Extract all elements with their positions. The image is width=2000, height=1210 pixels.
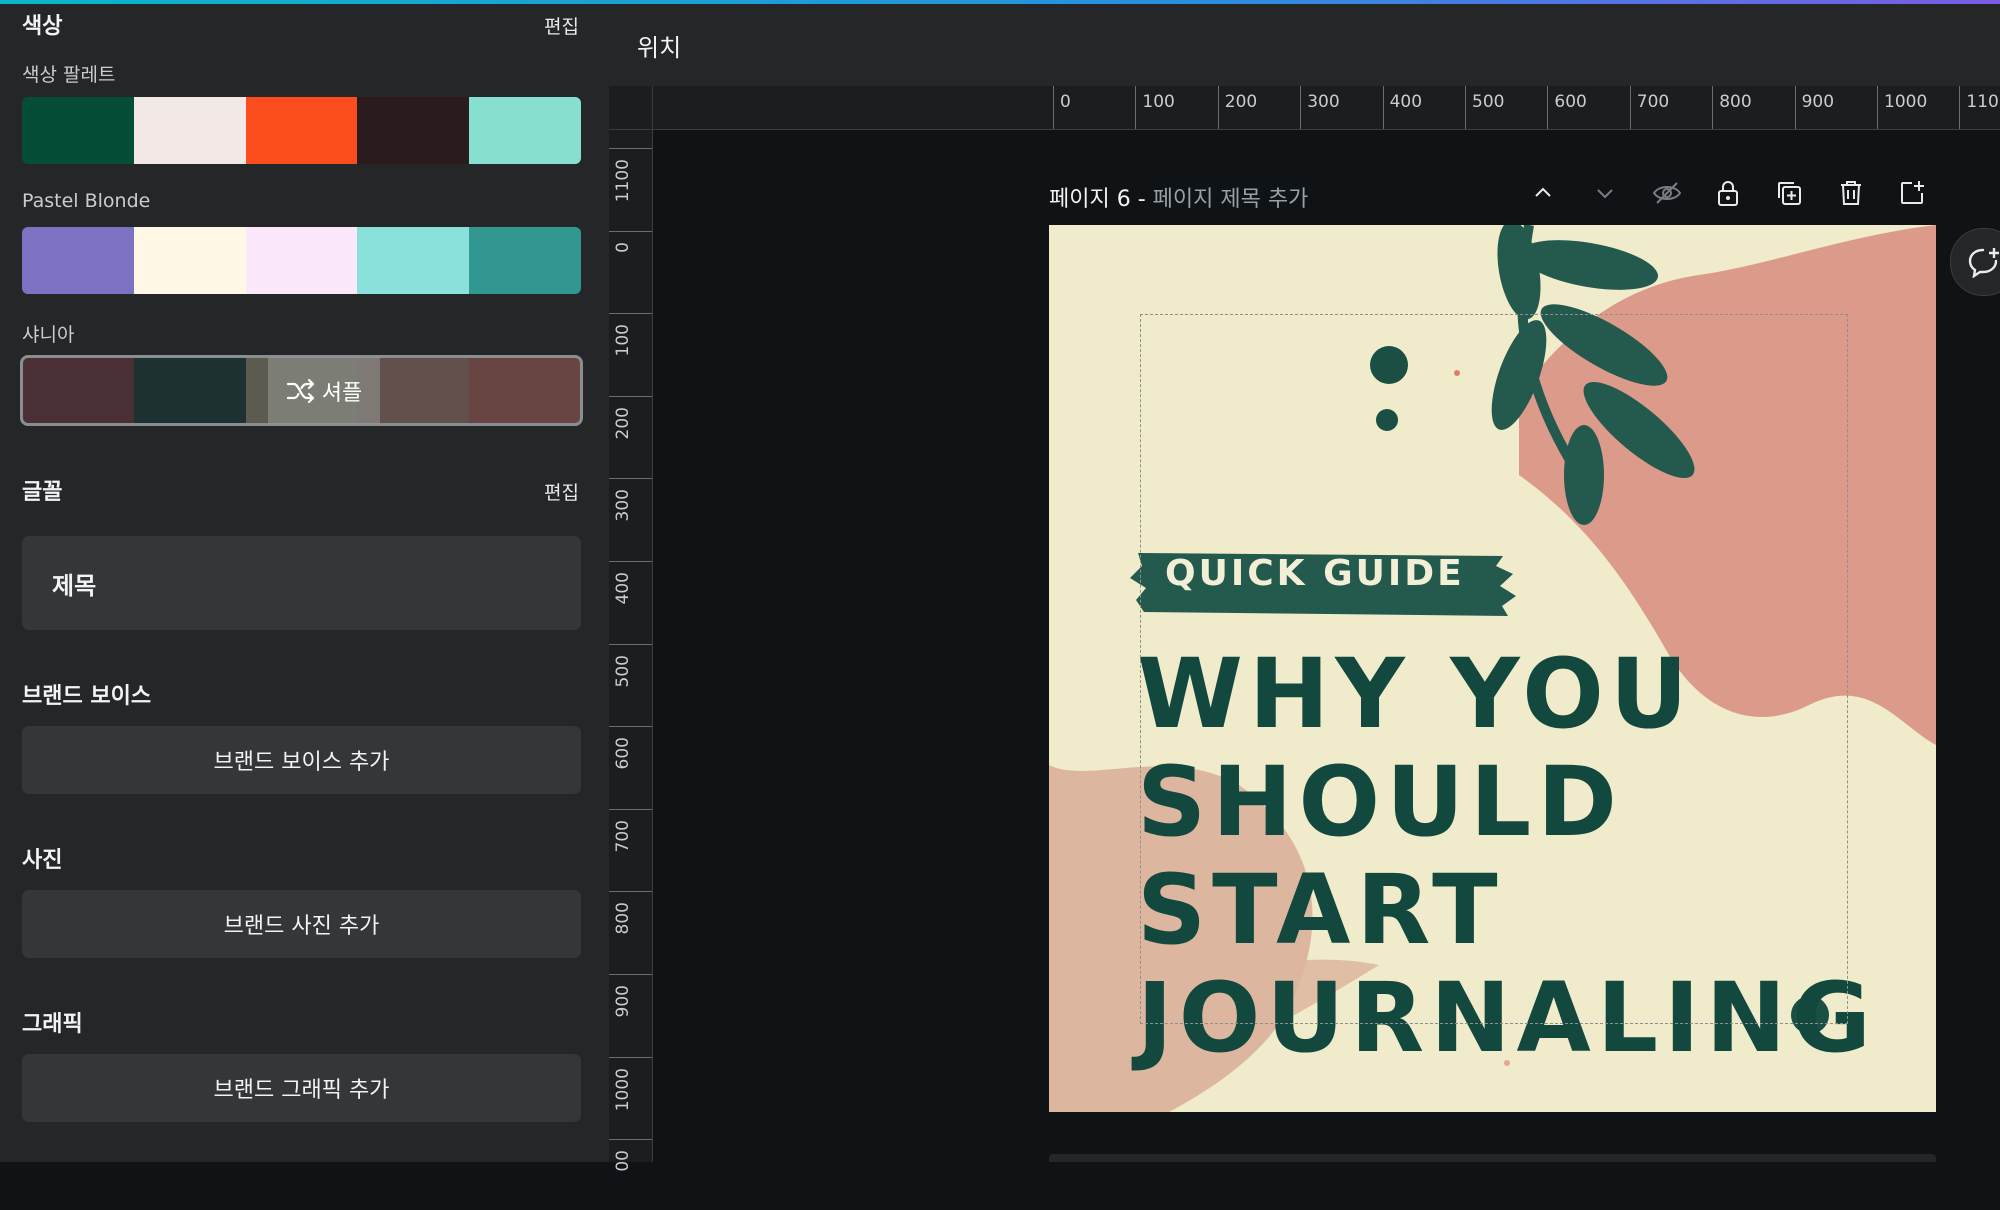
ruler-tick: 700 <box>609 808 652 880</box>
heading-font-card[interactable]: 제목 <box>22 536 581 630</box>
add-comment-button[interactable] <box>1950 228 2000 296</box>
color-palette-2[interactable] <box>22 227 581 294</box>
add-page-button[interactable] <box>1895 176 1929 210</box>
vertical-ruler: 1100 0 100 200 300 400 500 600 700 800 900 1000 00 <box>609 86 653 1172</box>
shuffle-icon <box>286 378 314 403</box>
add-page-icon <box>1901 181 1924 204</box>
color-palette-3[interactable]: 셔플 <box>20 355 583 426</box>
lock-page-button[interactable] <box>1711 176 1745 210</box>
ruler-tick: 0 <box>609 230 652 302</box>
palette-label: 샤니아 <box>22 324 75 346</box>
ruler-tick: 1100 <box>609 148 652 219</box>
ruler-tick: 200 <box>609 395 652 467</box>
color-swatch[interactable] <box>245 227 358 294</box>
ruler-tick: 800 <box>609 891 652 962</box>
color-swatch[interactable] <box>22 97 134 164</box>
chevron-down-icon <box>1597 189 1613 199</box>
color-swatch[interactable] <box>469 227 581 294</box>
ruler-corner <box>609 86 653 130</box>
palette-label: Pastel Blonde <box>22 190 151 212</box>
editor-header: 위치 <box>609 4 2000 87</box>
ruler-tick: 1000 <box>609 1056 652 1128</box>
chevron-up-icon <box>1535 187 1551 197</box>
ruler-tick: 100 <box>1135 86 1175 129</box>
ruler-tick: 900 <box>1794 86 1834 129</box>
ruler-tick: 600 <box>609 726 652 797</box>
ruler-tick: 00 <box>609 1139 652 1210</box>
horizontal-ruler: 0 100 200 300 400 500 600 700 800 900 1000 1100 <box>652 86 2000 130</box>
ruler-tick: 100 <box>609 313 652 384</box>
ruler-tick: 1000 <box>1877 86 1927 129</box>
ruler-tick: 500 <box>1465 86 1504 129</box>
color-swatch[interactable] <box>357 227 470 294</box>
shuffle-button[interactable]: 셔플 <box>268 357 380 424</box>
ruler-tick: 800 <box>1712 86 1752 129</box>
color-swatch[interactable] <box>22 357 134 424</box>
add-brand-graphic-button[interactable]: 브랜드 그래픽 추가 <box>22 1054 581 1122</box>
move-page-down-button[interactable] <box>1588 176 1622 210</box>
brand-kit-panel: 색상 편집 색상 팔레트 Pastel Blonde 샤니아 셔플 글꼴 편집 … <box>0 4 609 1162</box>
colors-edit-link[interactable]: 편집 <box>544 12 579 39</box>
eye-off-icon <box>1652 182 1682 204</box>
color-palette-1[interactable] <box>22 97 581 164</box>
fonts-edit-link[interactable]: 편집 <box>544 478 579 505</box>
ruler-tick: 500 <box>609 643 652 715</box>
ruler-tick: 0 <box>1053 86 1071 129</box>
ruler-tick: 900 <box>609 974 652 1045</box>
add-brand-photo-button[interactable]: 브랜드 사진 추가 <box>22 890 581 958</box>
colors-section-title: 색상 <box>22 14 63 39</box>
color-swatch[interactable] <box>357 97 470 164</box>
color-swatch[interactable] <box>133 97 246 164</box>
fonts-section-title: 글꼴 <box>22 480 63 505</box>
ruler-tick: 200 <box>1217 86 1257 129</box>
ruler-tick: 400 <box>1382 86 1422 129</box>
color-swatch[interactable] <box>469 97 581 164</box>
color-swatch[interactable] <box>133 357 246 424</box>
brand-voice-title: 브랜드 보이스 <box>22 684 152 709</box>
ruler-tick: 600 <box>1547 86 1587 129</box>
hide-page-button[interactable] <box>1650 176 1684 210</box>
next-page-preview <box>1049 1154 1936 1162</box>
page-title-placeholder[interactable]: 페이지 제목 추가 <box>1153 187 1309 212</box>
add-brand-voice-button[interactable]: 브랜드 보이스 추가 <box>22 726 581 794</box>
heading-font-sample: 제목 <box>52 571 97 600</box>
color-swatch[interactable] <box>22 227 134 294</box>
ruler-tick: 1100 <box>1959 86 2000 129</box>
trash-icon <box>1841 181 1861 205</box>
duplicate-icon <box>1778 182 1801 205</box>
ruler-tick: 400 <box>609 561 652 632</box>
color-swatch[interactable] <box>245 97 358 164</box>
duplicate-page-button[interactable] <box>1772 176 1806 210</box>
selection-bounds <box>1140 314 1848 1024</box>
delete-page-button[interactable] <box>1834 176 1868 210</box>
shuffle-label: 셔플 <box>321 380 363 406</box>
page-title[interactable]: 페이지 6 - 페이지 제목 추가 <box>1049 181 1308 213</box>
color-swatch[interactable] <box>469 357 581 424</box>
page-number-label: 페이지 6 - <box>1049 187 1146 212</box>
ruler-tick: 300 <box>1300 86 1340 129</box>
ruler-tick: 700 <box>1629 86 1669 129</box>
color-swatch[interactable] <box>133 227 246 294</box>
lock-icon <box>1718 181 1738 206</box>
ruler-tick: 300 <box>609 478 652 549</box>
palette-label: 색상 팔레트 <box>22 64 116 86</box>
move-page-up-button[interactable] <box>1526 176 1560 210</box>
photos-title: 사진 <box>22 848 63 873</box>
header-title: 위치 <box>637 34 682 62</box>
comment-add-icon <box>1968 248 1999 278</box>
graphics-title: 그래픽 <box>22 1012 83 1037</box>
